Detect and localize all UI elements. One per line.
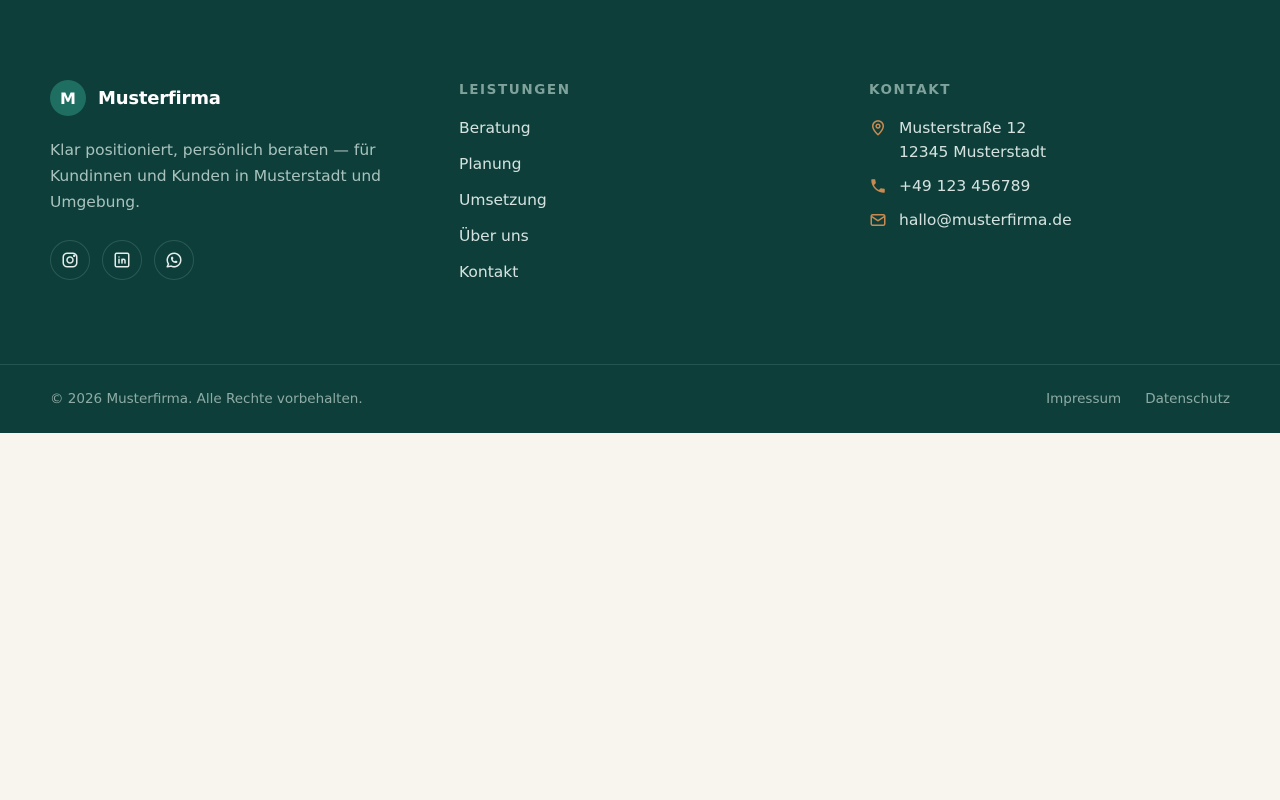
services-list: Beratung Planung Umsetzung Über uns Kont… [459,118,571,298]
footer-bottom-bar: © 2026 Musterfirma. Alle Rechte vorbehal… [0,365,1280,433]
datenschutz-link[interactable]: Datenschutz [1145,389,1230,409]
address-line-1: Musterstraße 12 [899,119,1027,137]
social-links [50,240,410,280]
phone-number: +49 123 456789 [899,177,1031,195]
instagram-link[interactable] [50,240,90,280]
map-pin-icon [869,118,887,138]
contact-address: Musterstraße 12 12345 Musterstadt [869,118,1072,164]
brand-description: Klar positioniert, persönlich beraten — … [50,141,381,211]
footer-link-planung[interactable]: Planung [459,154,571,190]
page-background [0,433,1280,800]
footer-link-kontakt[interactable]: Kontakt [459,262,571,298]
brand-logo-link[interactable]: M Musterfirma [50,80,410,116]
mail-icon [869,210,887,230]
copyright-text: © 2026 Musterfirma. Alle Rechte vorbehal… [50,391,363,407]
address-line-2: 12345 Musterstadt [899,143,1047,161]
contact-phone[interactable]: +49 123 456789 [869,176,1072,198]
brand-badge: M [50,80,86,116]
email-address: hallo@musterfirma.de [899,211,1072,229]
footer-main: M Musterfirma Klar positioniert, persönl… [0,0,1280,364]
phone-icon [869,176,887,196]
brand-name: Musterfirma [98,87,221,109]
footer-link-umsetzung[interactable]: Umsetzung [459,190,571,226]
linkedin-link[interactable] [102,240,142,280]
footer-contact: KONTAKT Musterstraße 12 12345 Musterstad… [869,81,1072,244]
instagram-icon [62,252,78,268]
contact-list: Musterstraße 12 12345 Musterstadt +49 12… [869,118,1072,232]
whatsapp-icon [166,252,182,268]
whatsapp-link[interactable] [154,240,194,280]
linkedin-icon [114,252,130,268]
services-heading: LEISTUNGEN [459,82,571,98]
footer-services: LEISTUNGEN Beratung Planung Umsetzung Üb… [459,81,571,298]
contact-heading: KONTAKT [869,82,952,98]
legal-links: Impressum Datenschutz [1046,389,1230,409]
footer-link-ueber-uns[interactable]: Über uns [459,226,571,262]
impressum-link[interactable]: Impressum [1046,389,1121,409]
footer-link-beratung[interactable]: Beratung [459,118,571,154]
contact-email[interactable]: hallo@musterfirma.de [869,210,1072,232]
footer-brand: M Musterfirma Klar positioniert, persönl… [50,80,410,280]
site-footer: M Musterfirma Klar positioniert, persönl… [0,0,1280,433]
